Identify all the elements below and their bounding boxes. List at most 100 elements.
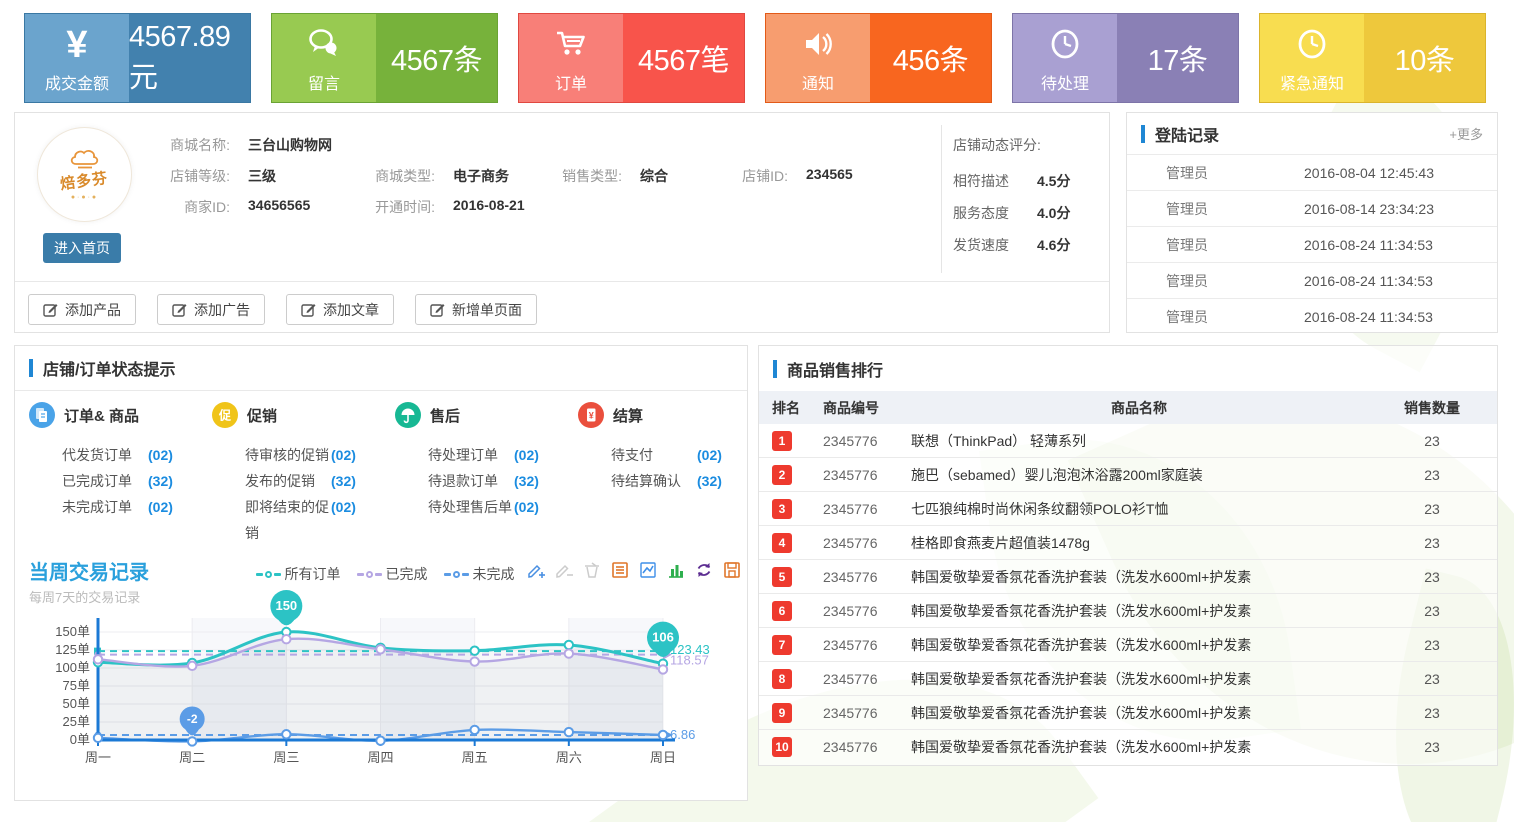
field-label: 商城类型: xyxy=(361,166,435,186)
login-time: 2016-08-14 23:34:23 xyxy=(1304,201,1434,217)
legend-item-uncompleted[interactable]: 未完成 xyxy=(444,564,515,584)
field-value: 234565 xyxy=(806,166,853,186)
data-view-icon[interactable] xyxy=(610,560,629,579)
delete-icon[interactable] xyxy=(582,560,601,579)
product-qty: 23 xyxy=(1367,739,1497,755)
legend-item-completed[interactable]: 已完成 xyxy=(357,564,428,584)
status-item[interactable]: 待结算确认(32) xyxy=(611,468,761,494)
stat-card-pending[interactable]: 待处理 17条 xyxy=(1012,13,1239,103)
product-name: 联想（ThinkPad） 轻薄系列 xyxy=(911,431,1367,451)
product-qty: 23 xyxy=(1367,671,1497,687)
table-row[interactable]: 9 2345776 韩国爱敬挚爱香氛花香洗护套装（洗发水600ml+护发素 23 xyxy=(759,696,1497,730)
header-name: 商品名称 xyxy=(911,398,1367,418)
add-product-button[interactable]: 添加产品 xyxy=(28,294,136,325)
svg-text:118.57: 118.57 xyxy=(670,653,709,668)
field-label: 店铺ID: xyxy=(714,166,788,186)
orders-icon xyxy=(29,402,55,428)
more-link[interactable]: +更多 xyxy=(1449,124,1483,143)
status-item[interactable]: 发布的促销(32) xyxy=(245,468,395,494)
svg-text:周四: 周四 xyxy=(367,750,393,765)
table-row[interactable]: 7 2345776 韩国爱敬挚爱香氛花香洗护套装（洗发水600ml+护发素 23 xyxy=(759,628,1497,662)
svg-text:周二: 周二 xyxy=(179,750,205,765)
stat-card-label: 紧急通知 xyxy=(1260,70,1364,94)
add-article-button[interactable]: 添加文章 xyxy=(286,294,394,325)
status-item[interactable]: 即将结束的促销(02) xyxy=(245,494,395,546)
chart-legend: 所有订单 已完成 未完成 xyxy=(185,564,585,584)
product-code: 2345776 xyxy=(823,705,911,721)
table-row[interactable]: 2 2345776 施巴（sebamed）婴儿泡泡沐浴露200ml家庭装 23 xyxy=(759,458,1497,492)
svg-text:150单: 150单 xyxy=(55,624,90,639)
save-icon[interactable] xyxy=(722,560,741,579)
rating-label: 服务态度 xyxy=(953,203,1029,223)
add-ad-button[interactable]: 添加广告 xyxy=(157,294,265,325)
stat-card-label: 订单 xyxy=(519,70,623,94)
header-code: 商品编号 xyxy=(823,398,911,418)
svg-text:50单: 50单 xyxy=(63,696,90,711)
table-row[interactable]: 1 2345776 联想（ThinkPad） 轻薄系列 23 xyxy=(759,424,1497,458)
status-item[interactable]: 已完成订单(32) xyxy=(62,468,212,494)
table-row[interactable]: 4 2345776 桂格即食燕麦片超值装1478g 23 xyxy=(759,526,1497,560)
table-row[interactable]: 5 2345776 韩国爱敬挚爱香氛花香洗护套装（洗发水600ml+护发素 23 xyxy=(759,560,1497,594)
status-chart-panel: 店铺/订单状态提示 订单& 商品 代发货订单(02) 已完成订单(32) 未完成… xyxy=(14,345,748,801)
product-name: 七匹狼纯棉时尚休闲条纹翻领POLO衫T恤 xyxy=(911,499,1367,519)
table-row[interactable]: 8 2345776 韩国爱敬挚爱香氛花香洗护套装（洗发水600ml+护发素 23 xyxy=(759,662,1497,696)
field-shop-name: 商城名称: 三台山购物网 xyxy=(156,135,332,155)
product-qty: 23 xyxy=(1367,637,1497,653)
promo-icon: 促 xyxy=(212,402,238,428)
status-item[interactable]: 待审核的促销(02) xyxy=(245,442,395,468)
section-accent-bar xyxy=(773,360,777,378)
edit-square-icon xyxy=(301,302,316,317)
header-rank: 排名 xyxy=(759,398,823,418)
status-item[interactable]: 待支付(02) xyxy=(611,442,761,468)
stat-card-orders[interactable]: 订单 4567笔 xyxy=(518,13,745,103)
field-label: 店铺等级: xyxy=(156,166,230,186)
table-row[interactable]: 10 2345776 韩国爱敬挚爱香氛花香洗护套装（洗发水600ml+护发素 2… xyxy=(759,730,1497,764)
product-code: 2345776 xyxy=(823,603,911,619)
refresh-icon[interactable] xyxy=(694,560,713,579)
rank-badge: 5 xyxy=(772,567,792,587)
table-row[interactable]: 3 2345776 七匹狼纯棉时尚休闲条纹翻领POLO衫T恤 23 xyxy=(759,492,1497,526)
stat-card-notices[interactable]: 通知 456条 xyxy=(765,13,992,103)
product-qty: 23 xyxy=(1367,705,1497,721)
shop-logo-text: 焙多芬 xyxy=(59,167,109,194)
login-user: 管理员 xyxy=(1166,271,1304,291)
login-record-row: 管理员 2016-08-14 23:34:23 xyxy=(1127,190,1497,226)
login-user: 管理员 xyxy=(1166,199,1304,219)
svg-text:75单: 75单 xyxy=(63,678,90,693)
svg-text:125单: 125单 xyxy=(55,642,90,657)
status-item[interactable]: 待处理订单(02) xyxy=(428,442,578,468)
table-row[interactable]: 6 2345776 韩国爱敬挚爱香氛花香洗护套装（洗发水600ml+护发素 23 xyxy=(759,594,1497,628)
stat-card-amount[interactable]: ¥ 成交金额 4567.89元 xyxy=(24,13,251,103)
bar-chart-icon[interactable] xyxy=(666,560,685,579)
shop-rating: 店铺动态评分: 相符描述 4.5分 服务态度 4.0分 发货速度 4.6分 xyxy=(953,135,1041,155)
rank-badge: 1 xyxy=(772,431,792,451)
logo-decoration: ●·●·● xyxy=(71,194,98,201)
ranking-title: 商品销售排行 xyxy=(787,357,883,381)
enter-home-button[interactable]: 进入首页 xyxy=(43,233,121,263)
status-item[interactable]: 待退款订单(32) xyxy=(428,468,578,494)
status-item[interactable]: 待处理售后单(02) xyxy=(428,494,578,520)
field-label: 开通时间: xyxy=(361,197,435,217)
action-label: 添加产品 xyxy=(65,300,121,320)
product-qty: 23 xyxy=(1367,535,1497,551)
line-chart-icon[interactable] xyxy=(638,560,657,579)
stat-card-messages[interactable]: 留言 4567条 xyxy=(271,13,498,103)
add-page-button[interactable]: 新增单页面 xyxy=(415,294,537,325)
product-code: 2345776 xyxy=(823,739,911,755)
legend-item-all-orders[interactable]: 所有订单 xyxy=(256,564,341,584)
login-records-panel: 登陆记录 +更多 管理员 2016-08-04 12:45:43 管理员 201… xyxy=(1126,112,1498,333)
status-group-aftersale: 售后 待处理订单(02) 待退款订单(32) 待处理售后单(02) xyxy=(395,402,578,546)
action-label: 添加文章 xyxy=(323,300,379,320)
group-name: 售后 xyxy=(430,405,460,426)
stat-card-urgent[interactable]: 紧急通知 10条 xyxy=(1259,13,1486,103)
edit-icon[interactable] xyxy=(554,560,573,579)
status-item[interactable]: 代发货订单(02) xyxy=(62,442,212,468)
add-line-icon[interactable] xyxy=(526,560,545,579)
section-accent-bar xyxy=(1141,125,1145,143)
login-record-row: 管理员 2016-08-24 11:34:53 xyxy=(1127,226,1497,262)
weekly-chart-svg: 123.43118.576.86150单125单100单75单50单25单0单周… xyxy=(17,584,747,802)
product-qty: 23 xyxy=(1367,433,1497,449)
status-item[interactable]: 未完成订单(02) xyxy=(62,494,212,520)
rank-badge: 4 xyxy=(772,533,792,553)
rating-title: 店铺动态评分: xyxy=(953,135,1041,155)
